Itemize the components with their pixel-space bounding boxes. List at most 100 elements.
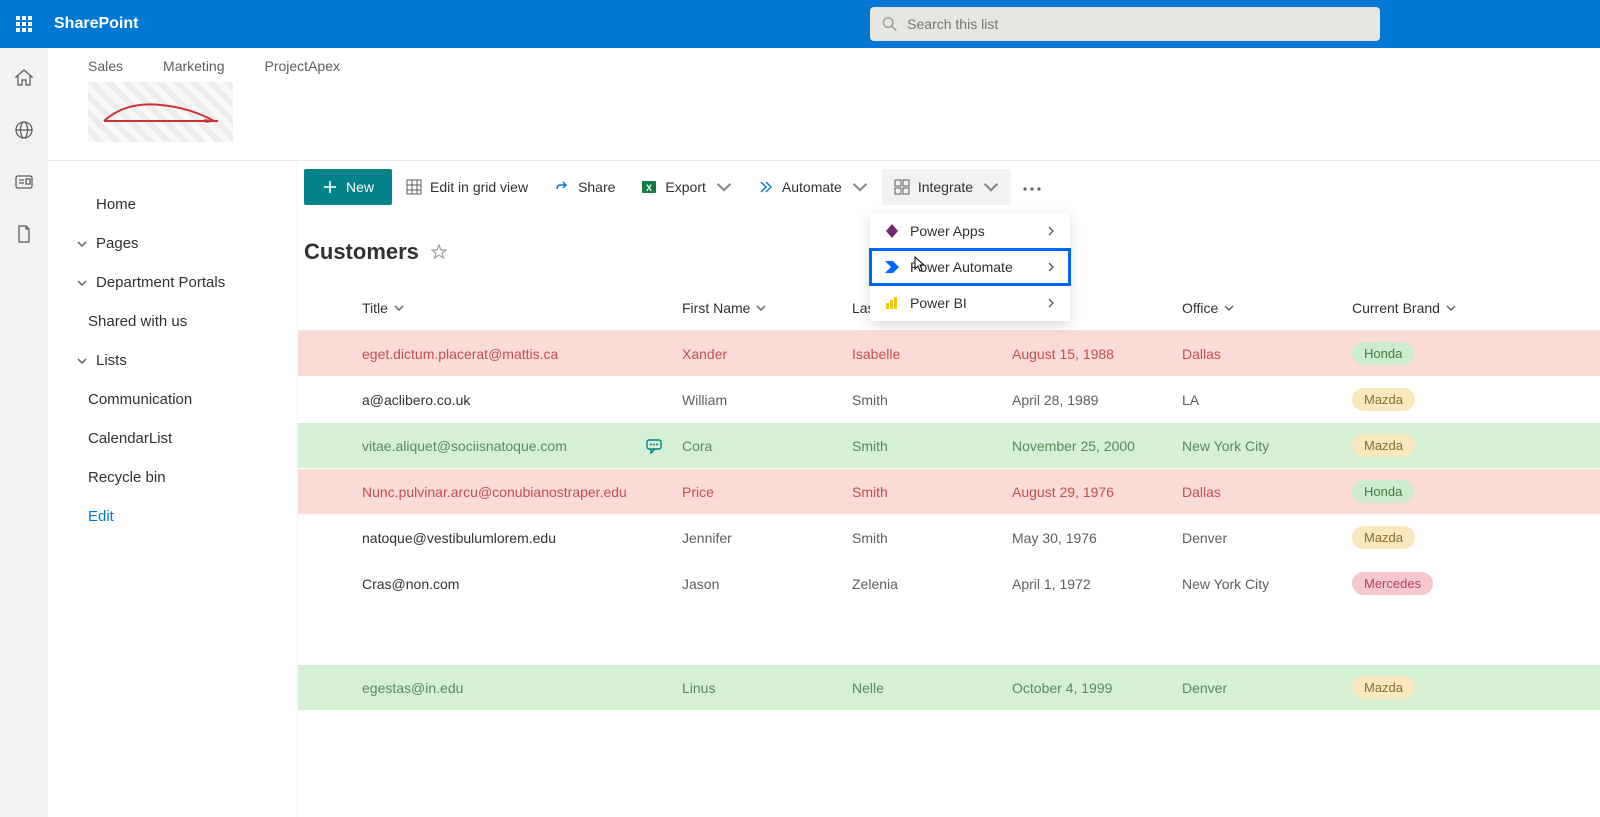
content: Sales Marketing ProjectApex Home Pages D… (48, 48, 1600, 814)
cell-office: New York City (1182, 576, 1352, 592)
body-split: Home Pages Department Portals Shared wit… (48, 161, 1600, 817)
hub-header: Sales Marketing ProjectApex (48, 48, 1600, 161)
cell-office: Denver (1182, 530, 1352, 546)
nav-department-portals[interactable]: Department Portals (48, 263, 297, 302)
globe-icon[interactable] (14, 120, 34, 140)
waffle-icon (16, 16, 32, 32)
cell-title: Cras@non.com (362, 576, 459, 592)
app-launcher[interactable] (0, 0, 48, 48)
nav-calendarlist[interactable]: CalendarList (48, 419, 297, 458)
table-row[interactable]: Cras@non.comJasonZeleniaApril 1, 1972New… (298, 561, 1600, 607)
share-button[interactable]: Share (542, 169, 627, 205)
app-rail (0, 48, 48, 814)
chevron-right-icon (1046, 262, 1056, 272)
cell-title: eget.dictum.placerat@mattis.ca (362, 346, 558, 362)
table-row[interactable]: eget.dictum.placerat@mattis.caXanderIsab… (298, 331, 1600, 377)
power-apps-icon (884, 223, 900, 239)
new-button[interactable]: New (304, 169, 392, 205)
col-current-brand[interactable]: Current Brand (1352, 290, 1512, 326)
nav-pages[interactable]: Pages (48, 224, 297, 263)
more-button[interactable] (1013, 178, 1051, 196)
home-icon[interactable] (14, 68, 34, 88)
chevron-down-icon (1224, 303, 1234, 313)
cell-first: Linus (682, 680, 852, 696)
edit-grid-button[interactable]: Edit in grid view (394, 169, 540, 205)
list-table: Title First Name Last Name DOB Office Cu… (298, 285, 1600, 711)
search-wrap (870, 7, 1380, 41)
search-input[interactable] (907, 16, 1368, 32)
comment-icon[interactable] (646, 438, 662, 454)
chevron-down-icon (1446, 303, 1456, 313)
automate-icon (758, 179, 774, 195)
cell-first: Jason (682, 576, 852, 592)
file-icon[interactable] (14, 224, 34, 244)
export-button[interactable]: X Export (629, 169, 743, 205)
nav-home[interactable]: Home (48, 185, 297, 224)
cell-first: William (682, 392, 852, 408)
nav-lists[interactable]: Lists (48, 341, 297, 380)
hub-link-sales[interactable]: Sales (88, 58, 123, 74)
menu-power-automate[interactable]: Power Automate (870, 249, 1070, 285)
cell-first: Cora (682, 438, 852, 454)
product-name[interactable]: SharePoint (54, 15, 138, 33)
chevron-right-icon (1046, 226, 1056, 236)
cell-title: vitae.aliquet@sociisnatoque.com (362, 438, 567, 454)
cell-dob: October 4, 1999 (1012, 680, 1182, 696)
cell-dob: May 30, 1976 (1012, 530, 1182, 546)
hub-link-marketing[interactable]: Marketing (163, 58, 224, 74)
cell-dob: April 28, 1989 (1012, 392, 1182, 408)
brand-badge: Honda (1352, 342, 1414, 365)
cursor-icon (912, 255, 930, 273)
col-office[interactable]: Office (1182, 290, 1352, 326)
chevron-down-icon (394, 303, 404, 313)
cell-title: Nunc.pulvinar.arcu@conubianostraper.edu (362, 484, 627, 500)
nav-communication[interactable]: Communication (48, 380, 297, 419)
nav-edit[interactable]: Edit (48, 497, 297, 536)
hub-links: Sales Marketing ProjectApex (88, 58, 1560, 74)
nav-recycle-bin[interactable]: Recycle bin (48, 458, 297, 497)
favorite-star-icon[interactable] (431, 244, 447, 260)
grid-icon (406, 179, 422, 195)
cell-office: LA (1182, 392, 1352, 408)
power-bi-icon (884, 295, 900, 311)
table-row[interactable]: Nunc.pulvinar.arcu@conubianostraper.edu P… (298, 469, 1600, 515)
news-icon[interactable] (14, 172, 34, 192)
excel-icon: X (641, 179, 657, 195)
cell-title: egestas@in.edu (362, 680, 463, 696)
menu-power-apps[interactable]: Power Apps (870, 213, 1070, 249)
site-logo[interactable] (88, 82, 233, 142)
command-bar: New Edit in grid view Share X Export (298, 161, 1600, 213)
table-row[interactable]: a@aclibero.co.ukWilliamSmithApril 28, 19… (298, 377, 1600, 423)
table-row[interactable]: natoque@vestibulumlorem.eduJenniferSmith… (298, 515, 1600, 561)
brand-badge: Mazda (1352, 526, 1415, 549)
cell-first: Jennifer (682, 530, 852, 546)
chevron-down-icon (76, 238, 88, 250)
more-icon (1023, 187, 1041, 191)
nav-shared-with-us[interactable]: Shared with us (48, 302, 297, 341)
search-box[interactable] (870, 7, 1380, 41)
cell-last: Smith (852, 484, 1012, 500)
share-icon (554, 179, 570, 195)
cell-last: Smith (852, 438, 1012, 454)
integrate-icon (894, 179, 910, 195)
automate-button[interactable]: Automate (746, 169, 880, 205)
cell-dob: November 25, 2000 (1012, 438, 1182, 454)
cell-first: Price (682, 484, 852, 500)
integrate-button[interactable]: Integrate (882, 169, 1011, 205)
brand-badge: Mazda (1352, 434, 1415, 457)
col-first-name[interactable]: First Name (682, 290, 852, 326)
brand-badge: Mazda (1352, 388, 1415, 411)
cell-dob: April 1, 1972 (1012, 576, 1182, 592)
cell-dob: August 15, 1988 (1012, 346, 1182, 362)
table-row[interactable]: egestas@in.eduLinusNelleOctober 4, 1999D… (298, 665, 1600, 711)
cell-office: Dallas (1182, 346, 1352, 362)
hub-link-projectapex[interactable]: ProjectApex (265, 58, 340, 74)
cell-office: New York City (1182, 438, 1352, 454)
cell-dob: August 29, 1976 (1012, 484, 1182, 500)
list-title: Customers (304, 239, 419, 265)
cell-title: a@aclibero.co.uk (362, 392, 470, 408)
col-title[interactable]: Title (362, 290, 682, 326)
table-row[interactable]: vitae.aliquet@sociisnatoque.com CoraSmith… (298, 423, 1600, 469)
suite-bar: SharePoint (0, 0, 1600, 48)
menu-power-bi[interactable]: Power BI (870, 285, 1070, 321)
